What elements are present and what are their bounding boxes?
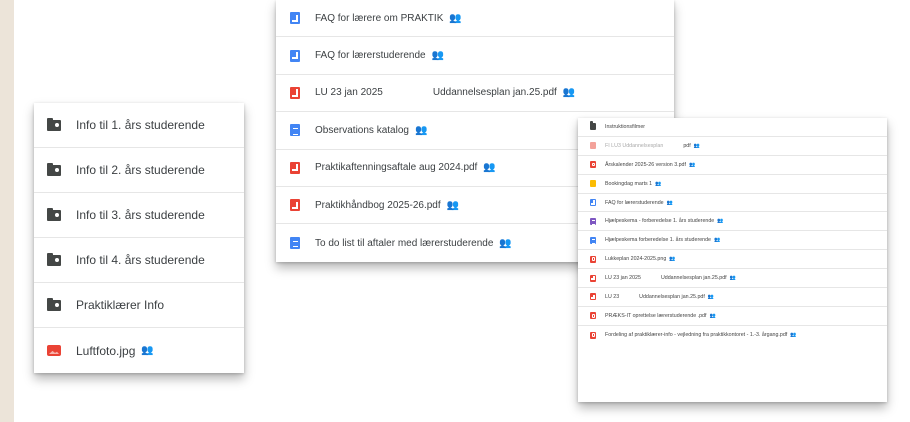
file-row-hjaelpeskema-doc[interactable]: Hjælpeskema forberedelse 1. års studeren… <box>578 231 887 251</box>
shortcut-target-name: Uddannelsesplan jan.25.pdf <box>432 87 557 99</box>
doc-icon <box>590 236 596 244</box>
pdf-shortcut-icon <box>290 86 300 99</box>
shortcut-target-name: Uddannelsesplan jan.25.pdf <box>660 275 727 282</box>
file-row-faq-laererstuderende[interactable]: FAQ for lærerstuderende 👥 <box>276 37 674 75</box>
pdf-icon <box>590 331 596 339</box>
folder-shared-icon <box>47 207 61 221</box>
folder-shared-icon <box>47 297 61 311</box>
file-name: Lukkeplan 2024-2025.png <box>605 256 667 263</box>
right-file-list-panel: Instruktionsfilmer FI LU3 Uddannelsespla… <box>578 118 887 402</box>
file-name: Instruktionsfilmer <box>605 123 646 130</box>
pdf-shortcut-icon <box>590 274 596 282</box>
pdf-icon <box>590 255 596 263</box>
left-file-list-panel: Info til 1. års studerende Info til 2. å… <box>34 103 244 373</box>
folder-shared-icon <box>47 117 61 131</box>
file-name: Årskalender 2025-26 version 3.pdf <box>605 161 686 168</box>
file-name: LU 23 <box>605 293 620 300</box>
file-name: Info til 2. års studerende <box>76 163 205 177</box>
file-row-fi-lu3[interactable]: FI LU3 Uddannelsesplan pdf 👥 <box>578 137 887 156</box>
file-name: Praktikaftenningsaftale aug 2024.pdf <box>315 162 478 174</box>
shared-people-icon: 👥 <box>562 87 575 99</box>
file-name: PRÆKS-IT oprettelse lærerstuderende .pdf <box>605 312 707 319</box>
file-name: FAQ for lærerstuderende <box>605 199 664 206</box>
file-name: LU 23 jan 2025 <box>315 87 383 99</box>
pdf-shortcut-icon <box>290 161 300 174</box>
slides-shortcut-icon <box>290 12 300 25</box>
file-name: Observations katalog <box>315 124 409 136</box>
file-row-instruktionsfilmer[interactable]: Instruktionsfilmer <box>578 118 887 137</box>
pdf-shortcut-icon <box>590 293 596 301</box>
shared-people-icon: 👥 <box>655 180 661 187</box>
file-name: Fordeling af praktiklærer-info - vejledn… <box>605 332 788 339</box>
shared-people-icon: 👥 <box>707 293 714 300</box>
shared-people-icon: 👥 <box>693 142 700 149</box>
file-name: Hjælpeskema - forberedelse 1. års studer… <box>605 218 715 225</box>
shared-people-icon: 👥 <box>499 237 511 249</box>
pdf-shortcut-icon <box>290 199 300 212</box>
file-row-fordeling[interactable]: Fordeling af praktiklærer-info - vejledn… <box>578 326 887 345</box>
slides-shortcut-icon <box>290 49 300 62</box>
file-row-luftfoto[interactable]: Luftfoto.jpg 👥 <box>34 328 244 373</box>
file-name: FI LU3 Uddannelsesplan <box>605 142 664 149</box>
shared-people-icon: 👥 <box>714 237 720 244</box>
pdf-icon <box>590 312 596 320</box>
file-name: FAQ for lærerstuderende <box>315 50 426 62</box>
image-icon <box>47 345 61 356</box>
shared-people-icon: 👥 <box>483 162 495 174</box>
shared-people-icon: 👥 <box>449 12 461 24</box>
shared-people-icon: 👥 <box>141 345 153 356</box>
file-name: Praktikhåndbog 2025-26.pdf <box>315 199 441 211</box>
folder-shared-icon <box>47 252 61 266</box>
file-row-info-2[interactable]: Info til 2. års studerende <box>34 148 244 193</box>
pdf-icon <box>590 161 596 169</box>
slides-shortcut-icon <box>590 199 596 206</box>
file-name: Luftfoto.jpg <box>76 343 136 358</box>
file-name: To do list til aftaler med lærerstuderen… <box>315 237 494 249</box>
shared-people-icon: 👥 <box>729 275 736 282</box>
file-name: Hjælpeskema forberedelse 1. års studeren… <box>605 237 711 244</box>
background-strip <box>0 0 14 422</box>
shared-people-icon: 👥 <box>431 50 444 62</box>
file-row-praeks-it[interactable]: PRÆKS-IT oprettelse lærerstuderende .pdf… <box>578 307 887 326</box>
shared-people-icon: 👥 <box>446 199 459 211</box>
file-row-faq-laererstuderende[interactable]: FAQ for lærerstuderende 👥 <box>578 194 887 213</box>
shared-people-icon: 👥 <box>717 218 723 225</box>
file-name: LU 23 jan 2025 <box>605 275 641 282</box>
shared-people-icon: 👥 <box>709 312 715 319</box>
file-row-aarskalender[interactable]: Årskalender 2025-26 version 3.pdf 👥 <box>578 156 887 175</box>
file-name: Info til 3. års studerende <box>76 208 205 222</box>
file-row-praktiklaerer-info[interactable]: Praktiklærer Info <box>34 283 244 328</box>
file-row-info-3[interactable]: Info til 3. års studerende <box>34 193 244 238</box>
file-row-lukkeplan[interactable]: Lukkeplan 2024-2025.png 👥 <box>578 250 887 270</box>
file-row-faq-laerere[interactable]: FAQ for lærere om PRAKTIK 👥 <box>276 0 674 38</box>
file-name: FAQ for lærere om PRAKTIK <box>315 12 444 24</box>
shared-people-icon: 👥 <box>688 161 695 168</box>
shortcut-target-name: Uddannelsesplan jan.25.pdf <box>639 293 705 300</box>
file-row-lu-23-jan[interactable]: LU 23 jan 2025 Uddannelsesplan jan.25.pd… <box>578 269 887 289</box>
file-name: Bookingdag marts 1 <box>605 180 653 187</box>
file-row-info-1[interactable]: Info til 1. års studerende <box>34 103 244 148</box>
shared-people-icon: 👥 <box>414 124 427 136</box>
file-name: Info til 1. års studerende <box>76 118 205 132</box>
doc-icon <box>290 124 300 137</box>
file-row-lu-23-jan[interactable]: LU 23 jan 2025 Uddannelsesplan jan.25.pd… <box>276 75 674 113</box>
file-name: Info til 4. års studerende <box>76 253 205 267</box>
shared-people-icon: 👥 <box>666 199 673 206</box>
file-row-hjaelpeskema-form[interactable]: Hjælpeskema - forberedelse 1. års studer… <box>578 212 887 232</box>
shared-people-icon: 👥 <box>669 256 675 263</box>
folder-shared-icon <box>47 162 61 176</box>
form-icon <box>590 217 596 225</box>
file-row-lu-23[interactable]: LU 23 Uddannelsesplan jan.25.pdf 👥 <box>578 288 887 307</box>
file-row-info-4[interactable]: Info til 4. års studerende <box>34 238 244 283</box>
doc-icon <box>290 237 300 250</box>
shared-people-icon: 👥 <box>790 332 796 339</box>
folder-icon <box>590 121 596 131</box>
file-row-bookingdag[interactable]: Bookingdag marts 1 👥 <box>578 175 887 194</box>
shortcut-target-name: pdf <box>683 142 691 149</box>
pdf-shortcut-icon <box>590 142 596 150</box>
file-name: Praktiklærer Info <box>76 298 165 312</box>
sheet-icon <box>590 180 596 188</box>
